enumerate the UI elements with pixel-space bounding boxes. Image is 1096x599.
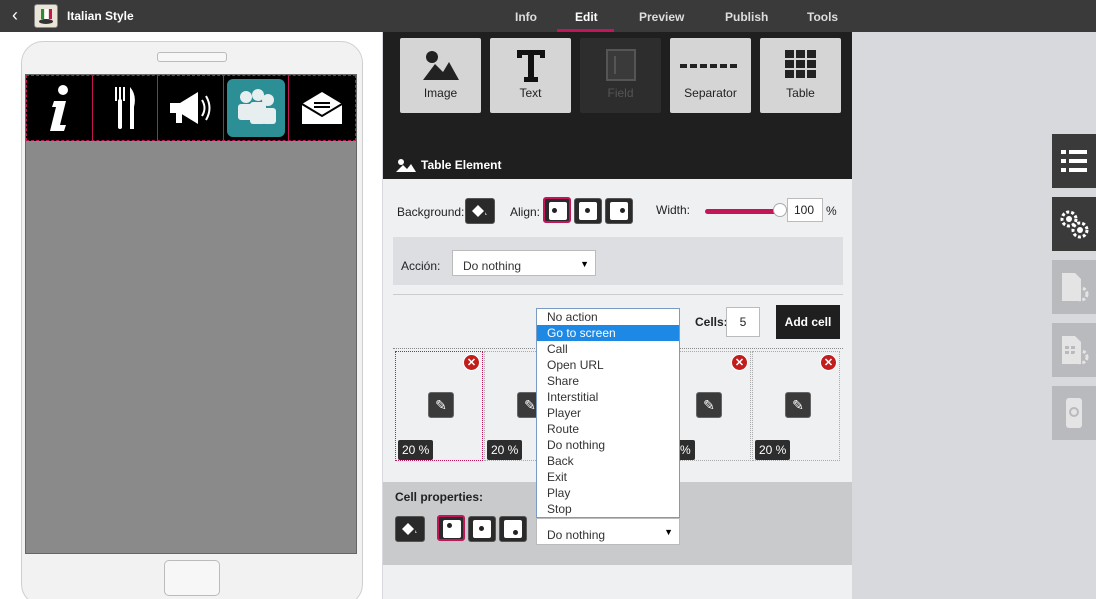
dropdown-option[interactable]: No action bbox=[537, 309, 679, 325]
back-icon[interactable]: ‹ bbox=[12, 6, 18, 24]
app-icon bbox=[34, 4, 58, 28]
cell-width-badge: 20 % bbox=[487, 440, 523, 460]
doc-settings-icon[interactable] bbox=[1052, 260, 1096, 314]
dropdown-option[interactable]: Stop bbox=[537, 501, 679, 517]
field-tool-label: Field bbox=[607, 86, 634, 100]
list-icon[interactable] bbox=[1052, 134, 1096, 188]
right-sidebar bbox=[852, 32, 1096, 599]
width-input[interactable]: 100 bbox=[787, 198, 823, 222]
separator-tool-label: Separator bbox=[684, 86, 737, 100]
table-tool-label: Table bbox=[786, 86, 815, 100]
accion-row: Acción: Do nothing ▼ bbox=[393, 237, 843, 285]
action-dropdown-list[interactable]: No action Go to screen Call Open URL Sha… bbox=[536, 308, 680, 518]
close-icon[interactable]: ✕ bbox=[731, 354, 748, 371]
pencil-icon[interactable]: ✎ bbox=[428, 392, 454, 418]
image-icon bbox=[423, 51, 459, 80]
info-icon[interactable] bbox=[27, 76, 93, 140]
mail-icon[interactable] bbox=[289, 76, 355, 140]
align-left-button[interactable] bbox=[543, 197, 571, 223]
cutlery-icon[interactable] bbox=[93, 76, 159, 140]
image-tool[interactable]: Image bbox=[400, 38, 481, 113]
cell-align-top-button[interactable] bbox=[437, 515, 465, 541]
close-icon[interactable]: ✕ bbox=[463, 354, 480, 371]
cell-align-bottom-button[interactable] bbox=[499, 516, 527, 542]
dropdown-option[interactable]: Share bbox=[537, 373, 679, 389]
cell-action-select[interactable]: Do nothing ▼ bbox=[536, 518, 680, 545]
width-slider-handle[interactable] bbox=[773, 203, 787, 217]
background-label: Background: bbox=[397, 205, 465, 219]
dropdown-arrow-icon: ▼ bbox=[580, 259, 589, 269]
phone-screen[interactable] bbox=[25, 74, 357, 554]
width-label: Width: bbox=[656, 203, 691, 217]
pencil-icon[interactable]: ✎ bbox=[785, 392, 811, 418]
cell-properties-label: Cell properties: bbox=[395, 490, 484, 504]
dropdown-option[interactable]: Open URL bbox=[537, 357, 679, 373]
table-icon bbox=[785, 50, 816, 78]
tab-info[interactable]: Info bbox=[515, 10, 537, 24]
phone-home-button bbox=[164, 560, 220, 596]
field-tool: Field bbox=[580, 38, 661, 113]
width-unit: % bbox=[826, 204, 837, 218]
paint-bucket-icon bbox=[472, 205, 487, 217]
image-icon bbox=[396, 159, 416, 172]
dropdown-option[interactable]: Route bbox=[537, 421, 679, 437]
cell-action-select-value: Do nothing bbox=[547, 528, 606, 542]
table-tool[interactable]: Table bbox=[760, 38, 841, 113]
icon-bar[interactable] bbox=[26, 75, 356, 141]
tab-publish[interactable]: Publish bbox=[725, 10, 768, 24]
table-cell[interactable]: ✕ ✎ 20 % bbox=[395, 351, 483, 461]
cell-width-badge: 20 % bbox=[398, 440, 434, 460]
accion-label: Acción: bbox=[401, 259, 441, 273]
divider bbox=[393, 294, 843, 295]
top-bar: ‹ Italian Style Info Edit Preview Publis… bbox=[0, 0, 1096, 32]
align-right-button[interactable] bbox=[605, 198, 633, 224]
separator-tool[interactable]: Separator bbox=[670, 38, 751, 113]
text-icon bbox=[517, 50, 545, 82]
table-cell[interactable]: ✕ ✎ 20 % bbox=[752, 351, 840, 461]
phone-settings-icon[interactable] bbox=[1052, 386, 1096, 440]
cell-width-badge: 20 % bbox=[755, 440, 791, 460]
cell-background-button[interactable] bbox=[395, 516, 425, 542]
add-cell-button[interactable]: Add cell bbox=[776, 305, 840, 339]
dropdown-option[interactable]: Go to screen bbox=[537, 325, 679, 341]
pencil-icon[interactable]: ✎ bbox=[696, 392, 722, 418]
dropdown-option[interactable]: Back bbox=[537, 453, 679, 469]
align-label: Align: bbox=[510, 205, 541, 219]
dropdown-option[interactable]: Interstitial bbox=[537, 389, 679, 405]
align-center-button[interactable] bbox=[574, 198, 602, 224]
cells-count-input[interactable]: 5 bbox=[726, 307, 760, 337]
tab-preview[interactable]: Preview bbox=[639, 10, 684, 24]
section-title-text: Table Element bbox=[421, 158, 502, 172]
width-slider-track[interactable] bbox=[705, 209, 781, 214]
dropdown-arrow-icon: ▼ bbox=[664, 527, 673, 537]
phone-speaker bbox=[157, 52, 227, 62]
accion-select-value: Do nothing bbox=[463, 259, 522, 273]
dropdown-option[interactable]: Play bbox=[537, 485, 679, 501]
image-tool-label: Image bbox=[423, 86, 458, 100]
gears-icon[interactable] bbox=[1052, 197, 1096, 251]
element-toolbox: Image Text Field Separator Table Table E… bbox=[383, 32, 852, 179]
text-tool-label: Text bbox=[519, 86, 542, 100]
phone-preview-panel bbox=[0, 32, 382, 599]
background-color-button[interactable] bbox=[465, 198, 495, 224]
megaphone-icon[interactable] bbox=[158, 76, 224, 140]
dropdown-option[interactable]: Do nothing bbox=[537, 437, 679, 453]
phone-frame bbox=[21, 41, 363, 599]
field-icon bbox=[606, 49, 636, 81]
dropdown-option[interactable]: Exit bbox=[537, 469, 679, 485]
accion-select[interactable]: Do nothing ▼ bbox=[452, 250, 596, 276]
cells-label: Cells: bbox=[695, 315, 728, 329]
tab-tools[interactable]: Tools bbox=[807, 10, 838, 24]
table-settings-icon[interactable] bbox=[1052, 323, 1096, 377]
app-title: Italian Style bbox=[67, 9, 134, 23]
paint-bucket-icon bbox=[402, 523, 417, 535]
separator-icon bbox=[680, 64, 737, 68]
cell-align-middle-button[interactable] bbox=[468, 516, 496, 542]
close-icon[interactable]: ✕ bbox=[820, 354, 837, 371]
text-tool[interactable]: Text bbox=[490, 38, 571, 113]
tab-edit[interactable]: Edit bbox=[575, 10, 598, 24]
dropdown-option[interactable]: Call bbox=[537, 341, 679, 357]
people-icon[interactable] bbox=[223, 76, 290, 140]
dropdown-option[interactable]: Player bbox=[537, 405, 679, 421]
